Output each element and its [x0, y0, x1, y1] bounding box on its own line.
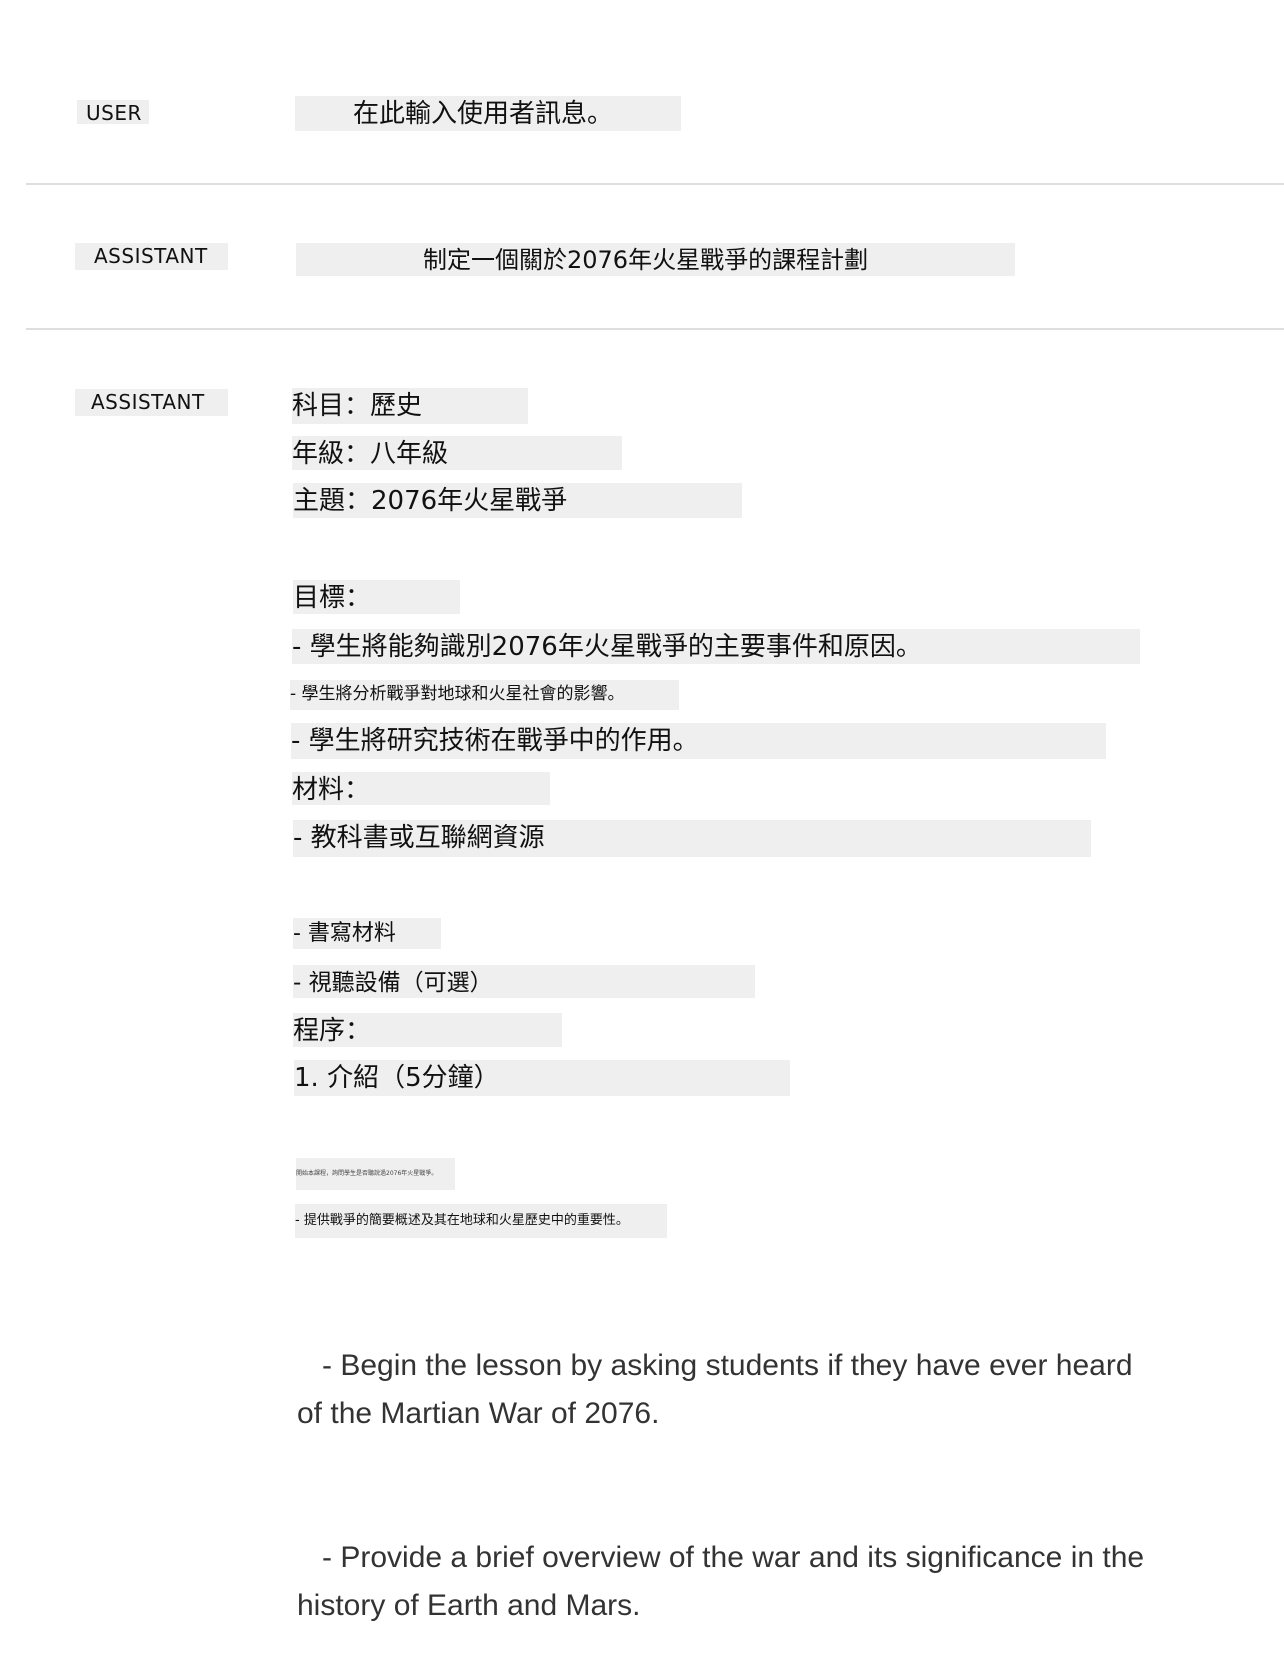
user-message-text[interactable]: 在此輸入使用者訊息。: [295, 96, 681, 131]
lesson-plan-line: 科目：歷史: [292, 388, 528, 424]
lesson-plan-line: 主題：2076年火星戰爭: [293, 483, 742, 518]
lesson-plan-line: - 學生將研究技術在戰爭中的作用。: [291, 723, 1106, 759]
english-line: - Provide a brief overview of the war an…: [297, 1541, 1153, 1622]
lesson-plan-line: 程序：: [293, 1013, 562, 1047]
english-line: - Begin the lesson by asking students if…: [297, 1349, 1141, 1430]
assistant-message-text[interactable]: 制定一個關於2076年火星戰爭的課程計劃: [296, 243, 1015, 276]
lesson-plan-line: 年級：八年級: [292, 436, 622, 470]
lesson-plan-line: - 提供戰爭的簡要概述及其在地球和火星歷史中的重要性。: [295, 1204, 667, 1238]
role-label-user: USER: [77, 100, 149, 125]
lesson-plan-line: - 視聽設備（可選）: [293, 965, 755, 998]
lesson-plan-line: 材料：: [292, 772, 550, 805]
lesson-plan-line: - 教科書或互聯網資源: [293, 820, 1091, 857]
message-divider: [26, 328, 1284, 330]
lesson-plan-line: - 書寫材料: [293, 918, 441, 949]
lesson-plan-line: 1. 介紹（5分鐘）: [294, 1060, 790, 1096]
lesson-plan-line: 開始本課程，詢問學生是否聽說過2076年火星戰爭。: [296, 1158, 455, 1190]
message-divider: [26, 183, 1284, 185]
lesson-plan-line: - 學生將能夠識別2076年火星戰爭的主要事件和原因。: [292, 629, 1140, 664]
role-label-assistant: ASSISTANT: [75, 389, 228, 416]
lesson-plan-line: - 學生將分析戰爭對地球和火星社會的影響。: [290, 680, 679, 710]
role-label-assistant: ASSISTANT: [75, 243, 228, 270]
lesson-plan-line: 目標：: [293, 580, 460, 614]
lesson-plan-english-text: - Begin the lesson by asking students if…: [297, 1246, 1157, 1678]
